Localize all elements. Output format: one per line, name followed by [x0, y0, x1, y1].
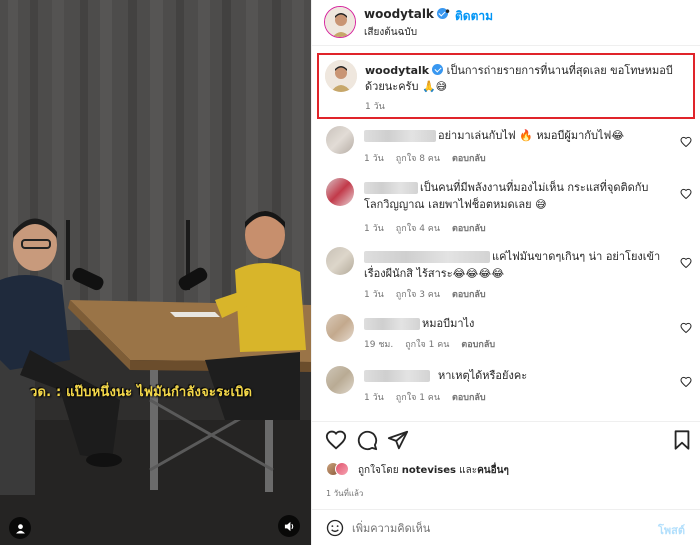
reply-button[interactable]: ตอบกลับ	[452, 154, 486, 164]
author-username-text: woodytalk	[364, 7, 434, 21]
audio-link[interactable]: เสียงต้นฉบับ	[364, 25, 417, 40]
comment-meta: 1 วัน ถูกใจ 8 คน ตอบกลับ	[364, 151, 498, 165]
post-timestamp[interactable]: 1 วันที่แล้ว	[326, 487, 363, 500]
comment-text: หาเหตุได้หรือยังคะ	[438, 369, 528, 382]
comment-composer: โพสต์	[312, 509, 700, 545]
post-video[interactable]: วด. : แป๊บหนึ่งนะ ไฟมันกำลังจะระเบิด	[0, 0, 311, 545]
comment-time[interactable]: 1 วัน	[364, 393, 384, 403]
comment-time[interactable]: 19 ชม.	[364, 340, 393, 350]
comment-likes[interactable]: ถูกใจ 3 คน	[396, 290, 440, 300]
comment-text: เป็นคนที่มีพลังงานที่มองไม่เห็น กระแสที่…	[364, 181, 649, 211]
post-caption: woodytalk เป็นการถ่ายรายการที่นานที่สุดเ…	[317, 53, 695, 119]
mute-button[interactable]	[278, 515, 300, 537]
comment-icon[interactable]	[356, 429, 378, 451]
commenter-name-blurred[interactable]	[364, 130, 436, 142]
comment-input[interactable]	[352, 518, 642, 538]
comment-meta: 1 วัน ถูกใจ 1 คน ตอบกลับ	[364, 390, 498, 404]
video-frame	[0, 0, 311, 545]
comment-time[interactable]: 1 วัน	[364, 154, 384, 164]
reply-button[interactable]: ตอบกลับ	[452, 290, 486, 300]
commenter-avatar[interactable]	[326, 178, 354, 206]
bookmark-icon[interactable]	[671, 429, 693, 451]
comment-likes[interactable]: ถูกใจ 1 คน	[396, 393, 440, 403]
emoji-icon[interactable]	[326, 519, 344, 537]
comment-item: เป็นคนที่มีพลังงานที่มองไม่เห็น กระแสที่…	[312, 178, 700, 234]
user-icon	[15, 523, 25, 534]
comment-item: หมอบีมาไง 19 ชม. ถูกใจ 1 คน ตอบกลับ	[312, 314, 700, 354]
comment-likes[interactable]: ถูกใจ 4 คน	[396, 224, 440, 234]
speaker-icon	[284, 521, 293, 531]
follow-button[interactable]: ติดตาม	[455, 7, 493, 26]
comment-meta: 1 วัน ถูกใจ 4 คน ตอบกลับ	[364, 221, 498, 235]
post-header: woodytalk • ติดตาม เสียงต้นฉบับ	[312, 0, 700, 46]
commenter-avatar[interactable]	[326, 314, 354, 342]
comment-item: หาเหตุได้หรือยังคะ 1 วัน ถูกใจ 1 คน ตอบกลั…	[312, 366, 700, 406]
comment-text: แค่ไฟมันขาดๆเกินๆ น่า อย่าโยงเข้าเรื่องผ…	[364, 250, 661, 280]
caption-time[interactable]: 1 วัน	[365, 99, 385, 113]
post-comment-button[interactable]: โพสต์	[658, 521, 685, 539]
comment-text: อย่ามาเล่นกับไฟ 🔥 หมอบีผู้มากับไฟ😂	[438, 129, 625, 142]
comment-item: แค่ไฟมันขาดๆเกินๆ น่า อย่าโยงเข้าเรื่องผ…	[312, 247, 700, 300]
author-avatar[interactable]	[324, 6, 356, 38]
commenter-name-blurred[interactable]	[364, 318, 420, 330]
post-panel: woodytalk • ติดตาม เสียงต้นฉบับ woodytal…	[311, 0, 700, 545]
comment-text: หมอบีมาไง	[422, 317, 475, 330]
likes-others[interactable]: คนอื่นๆ	[477, 465, 509, 476]
reply-button[interactable]: ตอบกลับ	[452, 393, 486, 403]
heart-icon[interactable]	[680, 322, 692, 334]
heart-icon[interactable]	[680, 188, 692, 200]
heart-icon[interactable]	[680, 136, 692, 148]
reply-button[interactable]: ตอบกลับ	[452, 224, 486, 234]
video-subtitle: วด. : แป๊บหนึ่งนะ ไฟมันกำลังจะระเบิด	[30, 385, 253, 400]
action-bar	[312, 421, 700, 455]
send-icon[interactable]	[387, 429, 409, 451]
comment-likes[interactable]: ถูกใจ 8 คน	[396, 154, 440, 164]
commenter-avatar[interactable]	[326, 126, 354, 154]
heart-icon[interactable]	[680, 376, 692, 388]
author-username[interactable]: woodytalk	[364, 7, 448, 21]
comment-time[interactable]: 1 วัน	[364, 290, 384, 300]
comment-meta: 1 วัน ถูกใจ 3 คน ตอบกลับ	[364, 287, 498, 301]
caption-text-block: woodytalk เป็นการถ่ายรายการที่นานที่สุดเ…	[365, 63, 687, 95]
likes-prefix: ถูกใจโดย	[358, 465, 399, 476]
liker-avatar	[335, 462, 349, 476]
comment-item: อย่ามาเล่นกับไฟ 🔥 หมอบีผู้มากับไฟ😂 1 วัน…	[312, 126, 700, 166]
commenter-name-blurred[interactable]	[364, 370, 430, 382]
heart-icon[interactable]	[680, 257, 692, 269]
commenter-avatar[interactable]	[326, 247, 354, 275]
comment-likes[interactable]: ถูกใจ 1 คน	[405, 340, 449, 350]
liker-username[interactable]: notevises	[402, 465, 456, 476]
comment-time[interactable]: 1 วัน	[364, 224, 384, 234]
commenter-avatar[interactable]	[326, 366, 354, 394]
heart-icon[interactable]	[325, 429, 347, 451]
likes-text[interactable]: ถูกใจโดย notevises และคนอื่นๆ	[358, 463, 509, 478]
reply-button[interactable]: ตอบกลับ	[461, 340, 495, 350]
verified-icon	[432, 64, 444, 75]
caption-avatar[interactable]	[325, 60, 357, 92]
caption-username[interactable]: woodytalk	[365, 64, 429, 77]
separator-dot: •	[444, 5, 452, 19]
likes-joiner: และ	[459, 465, 478, 476]
comment-meta: 19 ชม. ถูกใจ 1 คน ตอบกลับ	[364, 337, 507, 351]
tagged-users-button[interactable]	[9, 517, 31, 539]
